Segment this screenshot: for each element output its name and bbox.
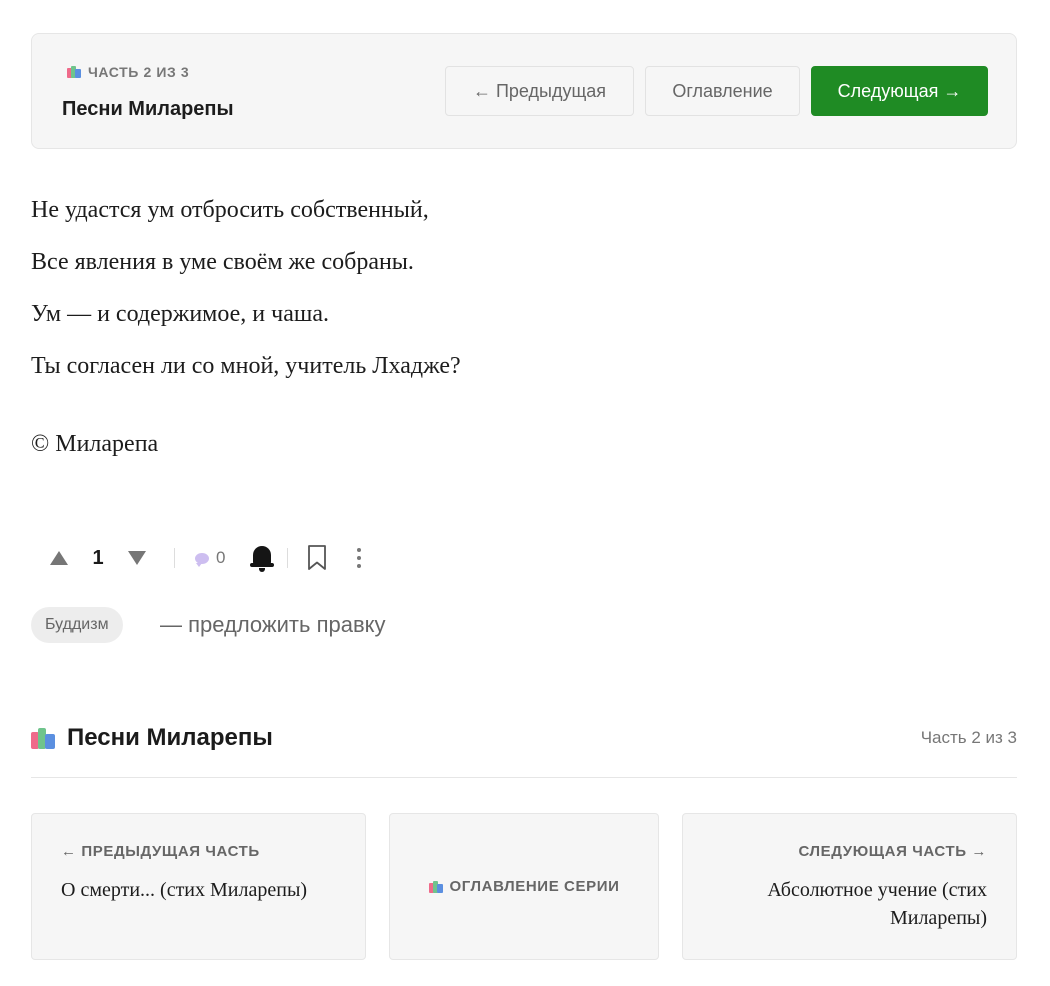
series-footer-header: Песни Миларепы Часть 2 из 3: [31, 718, 1017, 758]
comments-button[interactable]: 0: [195, 548, 225, 568]
poem-copyright: © Миларепа: [31, 431, 159, 457]
more-icon[interactable]: [354, 543, 364, 573]
series-part-text: ЧАСТЬ 2 ИЗ 3: [88, 64, 190, 80]
post-actions-bar: 1 0: [44, 538, 364, 578]
series-footer-part: Часть 2 из 3: [920, 728, 1017, 747]
books-icon: [31, 727, 55, 749]
next-part-title: Абсолютное учение (стих Миларепы): [767, 879, 987, 929]
series-part-indicator: ЧАСТЬ 2 ИЗ 3: [67, 64, 189, 80]
comment-icon: [195, 552, 209, 567]
tag-buddhism[interactable]: Буддизм: [31, 607, 123, 643]
series-toc-card[interactable]: ОГЛАВЛЕНИЕ СЕРИИ: [389, 813, 659, 960]
books-icon: [67, 66, 81, 78]
vote-score: 1: [92, 546, 104, 569]
arrow-up-icon: [50, 551, 68, 565]
bookmark-icon[interactable]: [306, 544, 328, 572]
series-title[interactable]: Песни Миларепы: [62, 98, 234, 121]
series-toc-label: ОГЛАВЛЕНИЕ СЕРИИ: [428, 878, 620, 895]
table-of-contents-button[interactable]: Оглавление: [645, 66, 800, 116]
next-part-label: СЛЕДУЮЩАЯ ЧАСТЬ →: [798, 843, 987, 860]
poem-line: Все явления в уме своём же собраны.: [31, 249, 414, 275]
arrow-down-icon: [128, 551, 146, 565]
series-footer-title-text: Песни Миларепы: [67, 724, 273, 751]
suggest-edit-link[interactable]: — предложить правку: [160, 612, 386, 638]
previous-part-label: ← ПРЕДЫДУЩАЯ ЧАСТЬ: [61, 843, 260, 860]
divider: [174, 548, 175, 568]
bell-icon[interactable]: [249, 543, 275, 573]
poem-line: Ты согласен ли со мной, учитель Лхадже?: [31, 353, 461, 379]
poem-line: Не удастся ум отбросить собственный,: [31, 197, 429, 223]
series-footer-title[interactable]: Песни Миларепы: [31, 724, 273, 752]
downvote-button[interactable]: [122, 543, 152, 573]
previous-part-button[interactable]: ← Предыдущая: [445, 66, 634, 116]
series-nav: ЧАСТЬ 2 ИЗ 3 Песни Миларепы ← Предыдущая…: [31, 33, 1017, 149]
divider: [287, 548, 289, 568]
upvote-button[interactable]: [44, 543, 74, 573]
next-part-button[interactable]: Следующая →: [811, 66, 988, 116]
next-part-card[interactable]: СЛЕДУЮЩАЯ ЧАСТЬ → Абсолютное учение (сти…: [682, 813, 1017, 960]
previous-part-title: О смерти... (стих Миларепы): [61, 879, 308, 901]
previous-part-card[interactable]: ← ПРЕДЫДУЩАЯ ЧАСТЬ О смерти... (стих Мил…: [31, 813, 366, 960]
divider: [31, 777, 1017, 778]
comment-count: 0: [216, 548, 226, 567]
series-toc-text: ОГЛАВЛЕНИЕ СЕРИИ: [449, 878, 620, 895]
poem-line: Ум — и содержимое, и чаша.: [31, 301, 329, 327]
poem-body: Не удастся ум отбросить собственный, Все…: [31, 190, 461, 398]
books-icon: [428, 880, 443, 893]
